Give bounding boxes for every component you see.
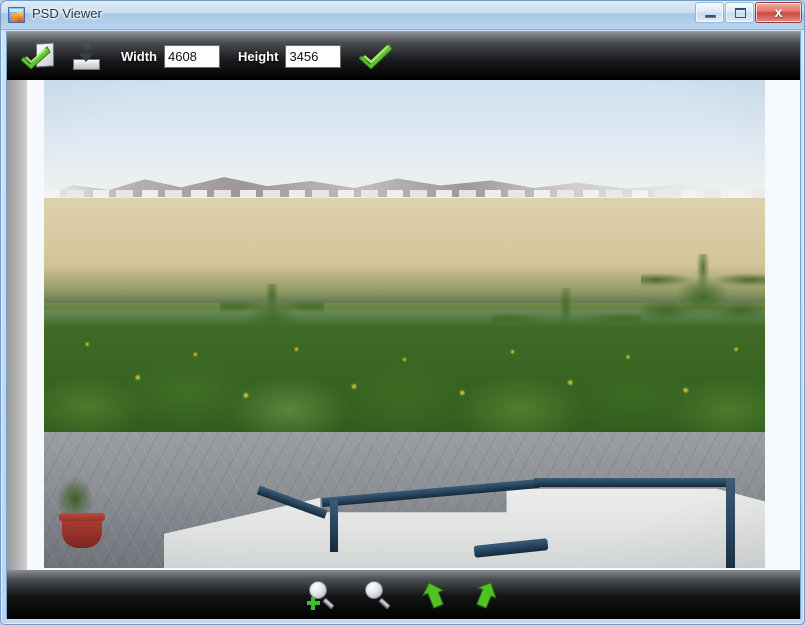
minimize-button[interactable] [695,2,724,23]
magnifier-icon[interactable] [363,580,397,610]
title-bar[interactable]: PSD Viewer x [1,1,804,30]
maximize-icon [735,8,746,18]
photo-yellow-flowers [44,316,765,444]
maximize-button[interactable] [725,2,754,23]
minimize-icon [705,15,716,18]
height-label: Height [237,48,279,64]
photo-railing-post-left [330,500,338,552]
check-document-icon[interactable] [21,41,55,71]
photo-railing-post-right [726,478,735,568]
height-input[interactable] [285,44,342,68]
client-area: Width Height [6,31,801,621]
photo-railing-top [534,478,732,487]
viewport-left-gutter [7,80,27,572]
photo-canvas[interactable] [44,80,765,568]
top-toolbar: Width Height [7,32,800,80]
width-label: Width [121,48,157,64]
window-controls: x [695,2,802,23]
window-title: PSD Viewer [32,6,102,21]
psd-viewer-window: PSD Viewer x Width 4608 Height 3456 [0,0,805,625]
check-document-glyph [21,46,51,69]
rotate-right-arrow-icon[interactable] [471,580,501,610]
save-download-icon[interactable] [71,41,103,71]
bottom-toolbar [7,570,800,620]
green-check-icon[interactable] [359,42,394,70]
close-button[interactable]: x [755,2,802,23]
psd-image-icon [8,7,25,23]
magnifier-plus-icon[interactable] [306,580,341,610]
window-bottom-edge [6,619,801,623]
photo-planter-rim [59,513,105,521]
width-input[interactable] [163,44,220,68]
rotate-left-arrow-icon[interactable] [419,580,449,610]
close-icon: x [774,4,783,20]
image-viewport[interactable] [7,80,800,572]
